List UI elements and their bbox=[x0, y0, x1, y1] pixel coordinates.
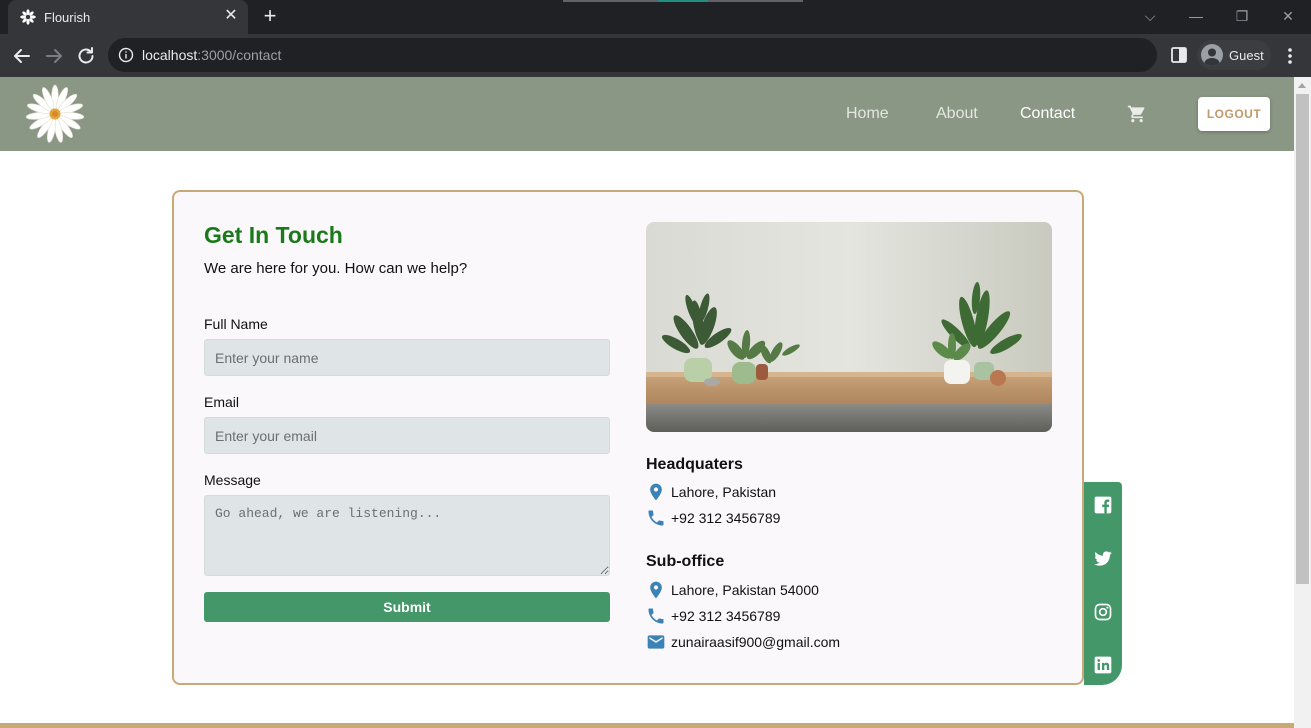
headquarters-address-text: Lahore, Pakistan bbox=[671, 484, 777, 500]
url-text: localhost:3000/contact bbox=[142, 47, 281, 63]
twitter-icon[interactable] bbox=[1093, 548, 1113, 568]
linkedin-icon[interactable] bbox=[1093, 655, 1113, 675]
full-name-label: Full Name bbox=[204, 316, 268, 332]
address-bar[interactable]: localhost:3000/contact bbox=[108, 38, 1157, 72]
browser-toolbar: localhost:3000/contact Guest bbox=[0, 34, 1311, 77]
facebook-icon[interactable] bbox=[1093, 495, 1113, 515]
restore-icon[interactable]: ❐ bbox=[1232, 6, 1252, 26]
suboffice-phone-text: +92 312 3456789 bbox=[671, 608, 781, 624]
side-panel-icon[interactable] bbox=[1170, 46, 1188, 64]
email-input[interactable] bbox=[204, 417, 610, 454]
tab-search-chevron-icon[interactable]: ⌵ bbox=[1140, 6, 1160, 26]
window-close-icon[interactable]: ✕ bbox=[1278, 6, 1298, 26]
location-pin-icon bbox=[650, 581, 662, 599]
site-header: Home About Contact LOGOUT bbox=[0, 77, 1294, 151]
page-scrollbar[interactable] bbox=[1294, 77, 1311, 728]
phone-icon bbox=[648, 608, 664, 624]
back-arrow-icon[interactable] bbox=[10, 44, 34, 68]
daisy-favicon-icon bbox=[20, 9, 36, 25]
profile-button[interactable]: Guest bbox=[1197, 40, 1271, 70]
mail-icon bbox=[647, 635, 665, 649]
footer-border bbox=[0, 723, 1294, 728]
headquarters-phone-text: +92 312 3456789 bbox=[671, 510, 781, 526]
full-name-input[interactable] bbox=[204, 339, 610, 376]
suboffice-title: Sub-office bbox=[646, 553, 725, 570]
daisy-logo-icon[interactable] bbox=[24, 83, 86, 145]
logout-button[interactable]: LOGOUT bbox=[1198, 97, 1270, 131]
location-pin-icon bbox=[650, 483, 662, 501]
tab-strip-indicator bbox=[563, 0, 803, 2]
page-viewport: Home About Contact LOGOUT Get In Touch W… bbox=[0, 77, 1294, 728]
scroll-thumb[interactable] bbox=[1296, 94, 1309, 584]
site-info-icon[interactable] bbox=[118, 47, 134, 63]
suboffice-address-text: Lahore, Pakistan 54000 bbox=[671, 582, 819, 598]
minimize-icon[interactable]: — bbox=[1186, 6, 1206, 26]
tab-title: Flourish bbox=[44, 10, 91, 25]
scroll-up-arrow-icon[interactable] bbox=[1298, 83, 1306, 88]
forward-arrow-icon[interactable] bbox=[42, 44, 66, 68]
social-sidebar bbox=[1084, 482, 1122, 685]
page-title: Get In Touch bbox=[204, 222, 343, 248]
profile-name: Guest bbox=[1229, 48, 1264, 63]
headquarters-title: Headquaters bbox=[646, 456, 743, 473]
url-path: :3000/contact bbox=[197, 47, 282, 63]
url-host: localhost bbox=[142, 47, 198, 63]
instagram-icon[interactable] bbox=[1093, 602, 1113, 622]
reload-icon[interactable] bbox=[74, 44, 98, 68]
tab-close-icon[interactable]: ✕ bbox=[222, 7, 240, 25]
page-subtitle: We are here for you. How can we help? bbox=[204, 260, 468, 277]
submit-button[interactable]: Submit bbox=[204, 592, 610, 622]
plants-shelf-photo bbox=[646, 222, 1052, 432]
new-tab-plus-icon[interactable]: + bbox=[258, 5, 282, 29]
nav-link-home[interactable]: Home bbox=[846, 105, 889, 123]
shopping-cart-icon[interactable] bbox=[1127, 104, 1147, 124]
nav-link-about[interactable]: About bbox=[936, 105, 978, 123]
browser-tab[interactable]: Flourish ✕ bbox=[8, 0, 248, 34]
phone-icon bbox=[648, 510, 664, 526]
guest-avatar-icon bbox=[1201, 44, 1223, 66]
contact-card: Get In Touch We are here for you. How ca… bbox=[172, 190, 1084, 685]
email-label: Email bbox=[204, 394, 240, 410]
browser-menu-icon[interactable] bbox=[1282, 44, 1298, 68]
nav-link-contact[interactable]: Contact bbox=[1020, 105, 1075, 123]
browser-tab-bar: Flourish ✕ + ⌵ — ❐ ✕ bbox=[0, 0, 1311, 34]
message-label: Message bbox=[204, 472, 261, 488]
message-textarea[interactable] bbox=[204, 495, 610, 576]
suboffice-email-text[interactable]: zunairaasif900@gmail.com bbox=[671, 634, 840, 650]
